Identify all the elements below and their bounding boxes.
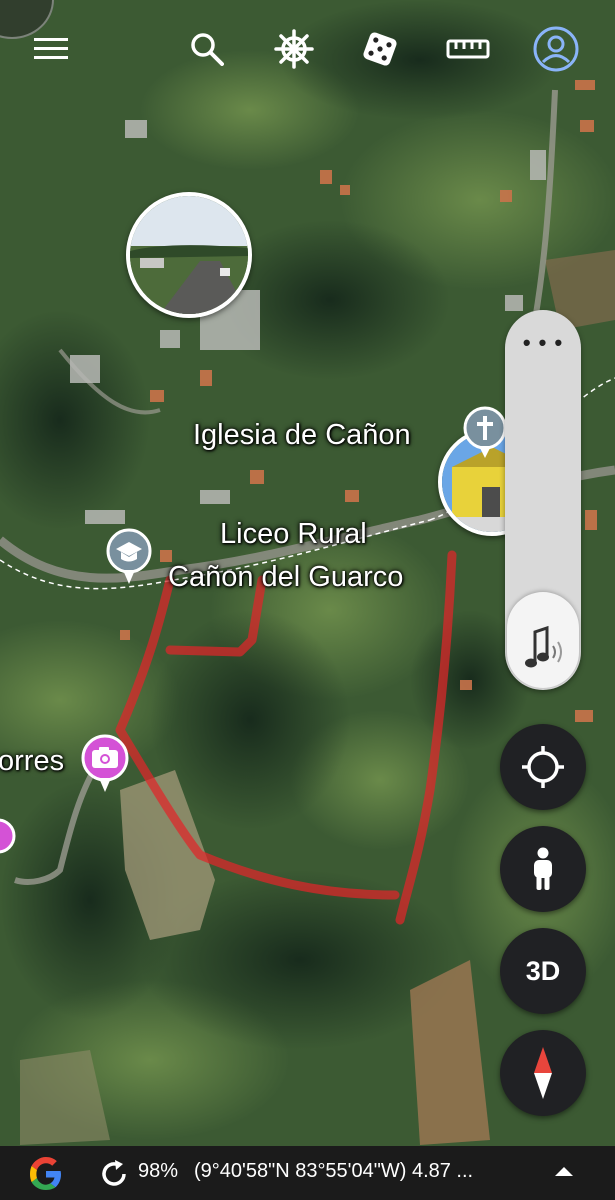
coordinates-readout: (9°40'58"N 83°55'04"W) 4.87 ...	[194, 1160, 474, 1182]
3d-toggle-button[interactable]: 3D	[500, 928, 586, 1014]
menu-icon	[34, 38, 68, 59]
slider-handle-dots: • • •	[522, 330, 564, 355]
pegman-icon	[534, 847, 552, 890]
google-g-icon	[30, 1157, 61, 1190]
top-toolbar	[0, 0, 615, 100]
torres-label[interactable]: orres	[0, 745, 64, 778]
tilt-slider[interactable]: • • •	[505, 310, 581, 690]
school-pin[interactable]	[106, 528, 152, 586]
status-bar: 98% (9°40'58"N 83°55'04"W) 4.87 ...	[0, 1146, 615, 1200]
measure-button[interactable]	[443, 24, 493, 74]
compass-button[interactable]	[500, 1030, 586, 1116]
search-button[interactable]	[182, 24, 232, 74]
street-view-photo	[130, 196, 248, 314]
iglesia-label[interactable]: Iglesia de Cañon	[193, 419, 411, 452]
photo-pin[interactable]	[80, 734, 130, 794]
refresh-icon	[102, 1160, 126, 1186]
music-note-icon	[525, 625, 562, 668]
google-logo	[26, 1154, 66, 1194]
camera-plus-icon	[92, 747, 118, 768]
account-icon	[533, 26, 579, 72]
compass-icon	[534, 1047, 552, 1099]
menu-button[interactable]	[26, 24, 76, 74]
offscreen-pin[interactable]	[0, 816, 16, 860]
crosshair-icon	[522, 746, 564, 788]
dice-icon	[363, 32, 397, 66]
refresh-button[interactable]	[98, 1158, 130, 1190]
ship-wheel-icon	[274, 29, 314, 69]
search-icon	[191, 33, 224, 66]
ruler-icon	[446, 39, 490, 59]
expand-button[interactable]	[552, 1162, 576, 1182]
liceo-label-line2[interactable]: Cañon del Guarco	[168, 561, 403, 594]
account-button[interactable]	[531, 24, 581, 74]
audio-button[interactable]	[507, 592, 579, 688]
street-view-button[interactable]	[500, 826, 586, 912]
load-percent: 98%	[138, 1160, 179, 1182]
street-view-thumbnail[interactable]	[126, 192, 252, 318]
voyager-button[interactable]	[269, 24, 319, 74]
my-location-button[interactable]	[500, 724, 586, 810]
liceo-label-line1[interactable]: Liceo Rural	[220, 518, 367, 551]
feeling-lucky-button[interactable]	[355, 24, 405, 74]
chevron-up-icon	[555, 1167, 573, 1176]
church-pin[interactable]	[463, 406, 507, 460]
